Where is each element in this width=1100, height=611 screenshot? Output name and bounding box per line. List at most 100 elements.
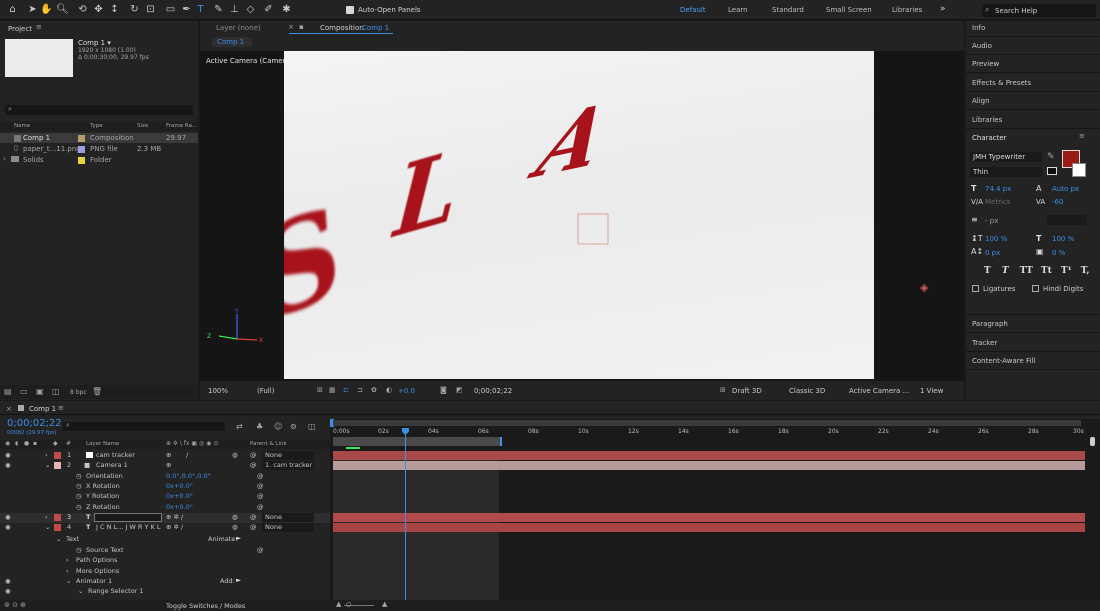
new-comp-icon[interactable]: ▣	[36, 387, 44, 396]
visibility-eye-icon[interactable]: ◉	[5, 577, 11, 585]
property-group-path[interactable]: › Path Options	[0, 556, 330, 566]
chevron-down-icon[interactable]: ⌄	[45, 461, 50, 469]
stopwatch-icon[interactable]: ◷	[76, 503, 82, 511]
frame-blending-icon[interactable]: ⊚	[290, 422, 297, 431]
property-value[interactable]: 0x+0.0°	[166, 503, 193, 511]
resolution-dropdown[interactable]: (Full)	[257, 387, 274, 395]
trash-icon[interactable]: 🗑︎	[92, 387, 102, 396]
interpret-footage-icon[interactable]: ▤	[4, 387, 12, 396]
mask-visibility-icon[interactable]: ⊏	[343, 386, 349, 394]
draft-3d-icon[interactable]: ♣	[256, 422, 263, 431]
shy-icon[interactable]: ☺	[274, 422, 282, 431]
project-item-solids[interactable]: › Solids Folder	[0, 155, 198, 165]
3d-layer-icon[interactable]: ◍	[232, 451, 238, 459]
chevron-right-icon[interactable]: ›	[66, 556, 69, 564]
expression-icon[interactable]: @	[257, 503, 264, 511]
layer-row-1[interactable]: ◉ › 1 cam tracker ⊕ / ◍ @ None	[0, 451, 330, 461]
transparency-grid-icon[interactable]: ▦	[329, 386, 336, 394]
orbit-camera-icon[interactable]: ⟲	[76, 3, 89, 16]
rotation-tool-icon[interactable]: ↻	[128, 3, 141, 16]
workspace-small-screen[interactable]: Small Screen	[826, 6, 872, 14]
shy-switch-icon[interactable]: ⊕ ✲ /	[166, 513, 183, 521]
chevron-right-icon[interactable]: ›	[45, 451, 48, 459]
property-group-more[interactable]: › More Options	[0, 567, 330, 577]
pen-tool-icon[interactable]: ✒	[180, 3, 193, 16]
project-item-png[interactable]: ▯ paper_t...11.png PNG file 2.3 MB	[0, 144, 198, 154]
more-workspaces-icon[interactable]: »	[940, 4, 946, 14]
new-folder-icon[interactable]: ▭	[20, 387, 28, 396]
eye-icon[interactable]: ◉	[5, 440, 10, 447]
visibility-eye-icon[interactable]: ◉	[5, 513, 11, 521]
selection-tool-icon[interactable]: ➤	[26, 3, 39, 16]
label-swatch[interactable]	[54, 514, 61, 521]
parent-dropdown[interactable]: 1. cam tracker	[262, 461, 314, 470]
pickwhip-icon[interactable]: @	[250, 461, 257, 469]
property-row[interactable]: ◷ Y Rotation 0x+0.0° @	[0, 492, 330, 502]
clone-stamp-icon[interactable]: ⊥	[228, 3, 241, 16]
search-help-field[interactable]: ⌕ Search Help	[982, 4, 1096, 17]
camera-view-icon[interactable]: ⊐	[357, 386, 363, 394]
chevron-right-icon[interactable]: ›	[66, 567, 69, 575]
property-value[interactable]: 0x+0.0°	[166, 482, 193, 490]
comp-frame[interactable]: S L A	[284, 51, 874, 379]
time-ruler[interactable]: 0:00s 02s 04s 06s 08s 10s 12s 14s 16s 18…	[333, 428, 1085, 437]
draft-3d-icon[interactable]: ⊞	[720, 386, 726, 394]
font-style-dropdown[interactable]: Thin	[970, 167, 1042, 177]
workspace-standard[interactable]: Standard	[772, 6, 804, 14]
exposure-icon[interactable]: ◐	[386, 386, 392, 394]
align-panel[interactable]: Align	[972, 97, 990, 105]
pickwhip-icon[interactable]: @	[250, 523, 257, 531]
zoom-slider-handle[interactable]: ○	[346, 601, 351, 608]
layer-row-3[interactable]: ◉ › 3 T ⊕ ✲ / ◍ @ None	[0, 513, 330, 523]
layer-bar-3[interactable]	[333, 513, 1085, 522]
label-swatch[interactable]	[54, 524, 61, 531]
chevron-down-icon[interactable]: ⌄	[78, 587, 83, 595]
stopwatch-icon[interactable]: ◷	[76, 472, 82, 480]
expression-icon[interactable]: @	[257, 482, 264, 490]
layer-name[interactable]: Camera 1	[96, 461, 128, 469]
chevron-down-icon[interactable]: ⌄	[45, 523, 50, 531]
layer-tab[interactable]: Layer (none)	[216, 24, 261, 32]
expression-icon[interactable]: @	[257, 492, 264, 500]
chevron-right-icon[interactable]: ›	[45, 513, 48, 521]
work-area-bar[interactable]	[333, 420, 1081, 426]
info-panel[interactable]: Info	[972, 24, 985, 32]
shy-switch-icon[interactable]: ⊕	[166, 461, 171, 469]
timeline-tab[interactable]: Comp 1	[29, 405, 56, 413]
timeline-search-input[interactable]: ⌕	[63, 421, 225, 431]
property-value[interactable]: 0x+0.0°	[166, 492, 193, 500]
audio-icon[interactable]: ◖	[15, 440, 18, 447]
property-row[interactable]: ◷ X Rotation 0x+0.0° @	[0, 482, 330, 492]
renderer-dropdown[interactable]: Classic 3D	[789, 387, 825, 395]
content-aware-fill-panel[interactable]: Content-Aware Fill	[972, 357, 1035, 365]
tracking-value[interactable]: -60	[1052, 198, 1063, 206]
type-tool-icon[interactable]: T	[194, 3, 207, 16]
viewer-timecode[interactable]: 0;00;02;22	[474, 387, 512, 395]
layer-bar-1[interactable]	[333, 451, 1085, 460]
color-channels-icon[interactable]: ✿	[371, 386, 377, 394]
region-of-interest-icon[interactable]: ⊞	[317, 386, 323, 394]
property-group-text[interactable]: ⌄ Text Animate: ►	[0, 534, 330, 545]
layer-bar-2[interactable]	[333, 461, 1085, 470]
comp-name[interactable]: Comp 1 ▾	[78, 39, 111, 47]
dolly-camera-icon[interactable]: ↕	[108, 3, 121, 16]
subscript-button[interactable]: T,	[1081, 266, 1090, 276]
composition-tab-name[interactable]: Comp 1	[362, 24, 389, 32]
label-swatch[interactable]	[54, 452, 61, 459]
parent-dropdown[interactable]: None	[262, 451, 314, 460]
project-tab[interactable]: Project	[8, 25, 32, 33]
col-size[interactable]: Size	[137, 123, 148, 129]
baseline-shift-value[interactable]: 0 px	[985, 249, 1000, 257]
ligatures-checkbox[interactable]	[972, 285, 979, 292]
playhead[interactable]	[404, 428, 406, 600]
stroke-width-value[interactable]: - px	[985, 217, 998, 225]
preview-panel[interactable]: Preview	[972, 60, 999, 68]
horizontal-scale-value[interactable]: 100 %	[1052, 235, 1074, 243]
no-fill-icon[interactable]	[1047, 167, 1057, 175]
workspace-learn[interactable]: Learn	[728, 6, 748, 14]
chevron-down-icon[interactable]: ⌄	[56, 535, 61, 543]
label-swatch[interactable]	[54, 462, 61, 469]
views-dropdown[interactable]: 1 View	[920, 387, 943, 395]
panel-menu-icon[interactable]: ≡	[58, 404, 64, 412]
parent-dropdown[interactable]: None	[262, 523, 314, 532]
